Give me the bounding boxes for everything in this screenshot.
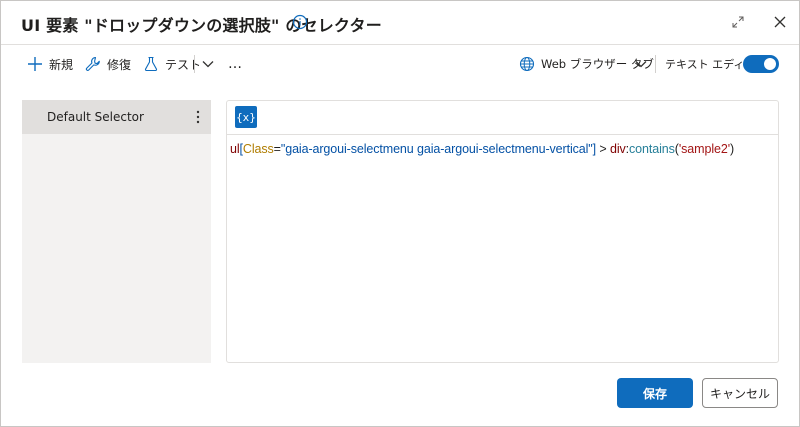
selector-text-editor[interactable]: {x} ul[Class="gaia-argoui-selectmenu gai…: [226, 100, 779, 363]
chevron-down-icon: [202, 61, 214, 68]
selector-code[interactable]: ul[Class="gaia-argoui-selectmenu gaia-ar…: [230, 142, 734, 156]
repair-button[interactable]: 修復: [85, 46, 131, 82]
code-paren-close: ): [730, 142, 735, 156]
code-arg: 'sample2': [678, 142, 730, 156]
code-tag: ul: [230, 142, 240, 156]
more-options-button[interactable]: …: [228, 46, 243, 82]
selector-dialog: UI 要素 "ドロップダウンの選択肢" のセレクター 新規 修復 テスト … W…: [0, 0, 800, 427]
text-editor-toggle[interactable]: [743, 55, 779, 73]
plus-icon: [28, 57, 42, 71]
code-value: "gaia-argoui-selectmenu gaia-argoui-sele…: [280, 142, 593, 156]
save-button[interactable]: 保存: [617, 378, 693, 408]
close-icon[interactable]: [773, 15, 787, 29]
toolbar-divider: [194, 55, 195, 73]
new-button[interactable]: 新規: [27, 46, 73, 82]
code-combinator: >: [596, 142, 610, 156]
editor-toolbar: {x}: [227, 101, 778, 135]
toolbar-divider: [655, 55, 656, 73]
code-child-tag: div: [609, 142, 626, 156]
info-icon[interactable]: [292, 14, 308, 30]
chevron-down-icon: [635, 61, 647, 68]
code-pseudo: contains: [629, 142, 675, 156]
code-attr: Class: [242, 142, 274, 156]
test-button[interactable]: テスト: [143, 46, 201, 82]
toolbar: 新規 修復 テスト … Web ブラウザー タブ テキスト エディター: [1, 46, 799, 82]
test-dropdown[interactable]: [201, 46, 215, 82]
test-label: テスト: [165, 57, 202, 72]
wrench-icon: [85, 56, 100, 71]
selector-item-default[interactable]: Default Selector: [22, 100, 211, 134]
globe-icon: [519, 56, 535, 72]
flask-icon: [144, 56, 158, 72]
selector-list-panel: Default Selector: [22, 100, 211, 363]
code-eq: =: [273, 142, 281, 156]
toggle-knob: [764, 58, 776, 70]
expand-icon[interactable]: [731, 15, 745, 29]
insert-variable-button[interactable]: {x}: [235, 106, 257, 128]
title-bar: UI 要素 "ドロップダウンの選択肢" のセレクター: [1, 1, 799, 45]
cancel-button[interactable]: キャンセル: [702, 378, 778, 408]
browser-tab-dropdown[interactable]: [634, 46, 648, 82]
dialog-title: UI 要素 "ドロップダウンの選択肢" のセレクター: [21, 16, 382, 35]
new-label: 新規: [49, 57, 74, 72]
more-vertical-icon[interactable]: [192, 109, 204, 125]
repair-label: 修復: [107, 57, 132, 72]
selector-item-label: Default Selector: [47, 110, 144, 124]
